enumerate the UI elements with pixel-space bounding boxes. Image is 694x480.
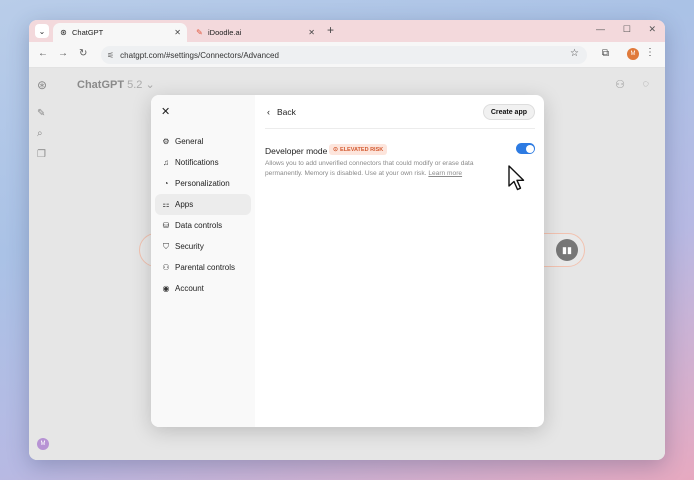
- close-window-button[interactable]: ✕: [648, 24, 656, 35]
- database-icon: ⛁: [162, 221, 170, 230]
- developer-mode-toggle[interactable]: [516, 143, 535, 154]
- bell-icon: ♫: [163, 158, 169, 167]
- developer-mode-description: Allows you to add unverified connectors …: [265, 159, 493, 179]
- toggle-knob: [525, 144, 534, 153]
- developer-mode-title: Developer mode: [265, 146, 328, 156]
- browser-menu-icon[interactable]: ⋮: [645, 47, 655, 58]
- nav-item-account[interactable]: ◉ Account: [155, 278, 251, 299]
- chatgpt-favicon-icon: ⊛: [60, 28, 67, 37]
- library-icon[interactable]: ❐: [37, 149, 46, 160]
- nav-label: Account: [175, 284, 204, 293]
- minimize-button[interactable]: —: [596, 24, 605, 34]
- tab-label: ChatGPT: [72, 28, 104, 37]
- site-settings-icon[interactable]: ⚟: [107, 51, 114, 60]
- nav-item-general[interactable]: ⚙ General: [155, 131, 251, 152]
- account-icon: ◉: [162, 284, 170, 293]
- browser-toolbar: ← → ↻ ⚟ chatgpt.com/#settings/Connectors…: [29, 42, 665, 68]
- nav-label: Parental controls: [175, 263, 236, 272]
- chatgpt-page: ⊛ ✎ ⌕ ❐ ChatGPT 5.2 ⌄ ⚇ ◌ ▮▮ M ✕ ⚙ Genera…: [29, 68, 665, 460]
- tab-label: iDoodle.ai: [208, 28, 242, 37]
- back-arrow-icon[interactable]: ←: [38, 48, 48, 59]
- nav-item-notifications[interactable]: ♫ Notifications: [155, 152, 251, 173]
- url-text[interactable]: chatgpt.com/#settings/Connectors/Advance…: [120, 51, 279, 60]
- nav-item-personalization[interactable]: ◔ Personalization: [155, 173, 251, 194]
- add-people-icon[interactable]: ⚇: [615, 78, 625, 91]
- close-tab-icon[interactable]: ✕: [174, 28, 181, 37]
- tab-chatgpt[interactable]: ⊛ ChatGPT ✕: [53, 23, 187, 42]
- bookmark-star-icon[interactable]: ☆: [570, 48, 579, 59]
- address-bar[interactable]: ⚟ chatgpt.com/#settings/Connectors/Advan…: [101, 46, 587, 64]
- extensions-icon[interactable]: ⧉: [602, 48, 609, 59]
- elevated-risk-badge: ⊙ ELEVATED RISK: [329, 144, 388, 155]
- nav-label: Personalization: [175, 179, 230, 188]
- close-icon[interactable]: ✕: [161, 105, 170, 118]
- new-tab-button[interactable]: +: [327, 23, 334, 37]
- model-name: ChatGPT: [77, 79, 125, 91]
- mouse-cursor-icon: [508, 165, 525, 191]
- tab-search-button[interactable]: ⌄: [35, 24, 49, 38]
- chevron-down-icon: ⌄: [145, 79, 155, 91]
- maximize-button[interactable]: ☐: [623, 24, 631, 35]
- nav-item-apps[interactable]: ⚏ Apps: [155, 194, 251, 215]
- nav-item-parental-controls[interactable]: ⚇ Parental controls: [155, 257, 251, 278]
- browser-window: ⌄ ⊛ ChatGPT ✕ ✎ iDoodle.ai ✕ + — ☐ ✕ ← →…: [29, 20, 665, 460]
- nav-label: Security: [175, 242, 204, 251]
- close-tab-icon[interactable]: ✕: [308, 28, 315, 37]
- shield-icon: ⛉: [163, 241, 169, 251]
- model-version: 5.2: [127, 79, 143, 91]
- nav-item-security[interactable]: ⛉ Security: [155, 236, 251, 257]
- search-icon[interactable]: ⌕: [37, 128, 43, 139]
- title-bar: ⌄ ⊛ ChatGPT ✕ ✎ iDoodle.ai ✕ + — ☐ ✕: [29, 20, 665, 42]
- openai-logo-icon[interactable]: ⊛: [37, 78, 47, 92]
- temporary-chat-icon[interactable]: ◌: [642, 78, 649, 90]
- profile-avatar[interactable]: M: [627, 48, 639, 60]
- apps-grid-icon: ⚏: [162, 200, 170, 209]
- user-avatar[interactable]: M: [37, 438, 49, 450]
- nav-label: General: [175, 137, 204, 146]
- badge-label: ELEVATED RISK: [340, 146, 384, 153]
- create-app-button[interactable]: Create app: [482, 104, 535, 120]
- tab-idoodle[interactable]: ✎ iDoodle.ai ✕: [189, 23, 321, 42]
- settings-content: ‹ Back Create app Developer mode ⊙ ELEVA…: [255, 95, 544, 427]
- divider: [265, 128, 535, 129]
- nav-item-data-controls[interactable]: ⛁ Data controls: [155, 215, 251, 236]
- forward-arrow-icon[interactable]: →: [58, 48, 68, 59]
- back-button[interactable]: ‹ Back: [267, 107, 296, 117]
- chevron-down-icon: ⌄: [38, 26, 46, 36]
- settings-nav: ⚙ General ♫ Notifications ◔ Personalization…: [155, 131, 251, 299]
- settings-sidebar: ✕ ⚙ General ♫ Notifications ◔ Personalizati…: [151, 95, 255, 427]
- gear-icon: ⚙: [162, 137, 170, 146]
- new-chat-icon[interactable]: ✎: [37, 108, 45, 119]
- family-icon: ⚇: [162, 263, 170, 272]
- chevron-left-icon: ‹: [267, 107, 270, 117]
- personalization-icon: ◔: [163, 179, 169, 188]
- idoodle-favicon-icon: ✎: [196, 28, 203, 37]
- nav-label: Data controls: [175, 221, 223, 230]
- settings-modal: ✕ ⚙ General ♫ Notifications ◔ Personalizati…: [151, 95, 544, 427]
- warning-icon: ⊙: [333, 147, 339, 153]
- nav-label: Apps: [175, 200, 194, 209]
- reload-icon[interactable]: ↻: [79, 48, 87, 59]
- back-label: Back: [277, 107, 296, 117]
- nav-label: Notifications: [175, 158, 219, 167]
- voice-mode-icon[interactable]: ▮▮: [556, 239, 578, 261]
- learn-more-link[interactable]: Learn more: [428, 170, 462, 177]
- model-selector[interactable]: ChatGPT 5.2 ⌄: [77, 78, 155, 91]
